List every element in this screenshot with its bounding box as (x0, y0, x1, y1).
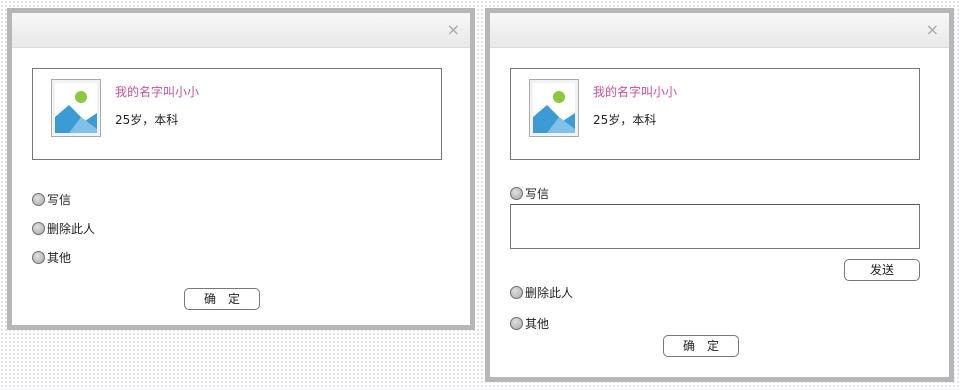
radio-other[interactable]: 其他 (510, 314, 549, 332)
radio-delete-person[interactable]: 删除此人 (510, 283, 573, 301)
radio-circle-icon[interactable] (32, 250, 45, 264)
confirm-button[interactable]: 确 定 (663, 335, 739, 357)
radio-circle-icon[interactable] (510, 316, 523, 330)
radio-write-letter[interactable]: 写信 (32, 190, 71, 208)
radio-label: 其他 (525, 316, 550, 331)
profile-name: 我的名字叫小小 (593, 85, 678, 99)
radio-label: 写信 (47, 192, 72, 207)
profile-info: 25岁，本科 (593, 113, 657, 127)
send-button[interactable]: 发送 (844, 259, 920, 281)
dialog-left: × 我的名字叫小小 25岁，本科 写信 删除此人 其他 确 定 (7, 8, 475, 330)
radio-circle-icon[interactable] (510, 186, 523, 200)
dialog-right: × 我的名字叫小小 25岁，本科 写信 发送 删除此人 其他 确 定 (485, 8, 954, 382)
dialog-titlebar: × (490, 13, 949, 48)
radio-label: 写信 (525, 186, 550, 201)
radio-circle-icon[interactable] (32, 192, 45, 206)
close-icon[interactable]: × (447, 20, 460, 39)
radio-write-letter[interactable]: 写信 (510, 184, 549, 202)
radio-label: 删除此人 (47, 221, 96, 236)
profile-name: 我的名字叫小小 (115, 85, 200, 99)
image-placeholder-icon (51, 79, 101, 137)
radio-label: 其他 (47, 250, 72, 265)
radio-circle-icon[interactable] (32, 221, 45, 235)
profile-card: 我的名字叫小小 25岁，本科 (32, 68, 442, 160)
image-placeholder-icon (529, 79, 579, 137)
radio-label: 删除此人 (525, 285, 574, 300)
message-input[interactable] (510, 204, 920, 249)
confirm-button[interactable]: 确 定 (184, 288, 260, 310)
profile-card: 我的名字叫小小 25岁，本科 (510, 68, 920, 160)
dialog-titlebar: × (12, 13, 470, 48)
radio-other[interactable]: 其他 (32, 248, 71, 266)
profile-info: 25岁，本科 (115, 113, 179, 127)
radio-delete-person[interactable]: 删除此人 (32, 219, 95, 237)
close-icon[interactable]: × (926, 20, 939, 39)
radio-circle-icon[interactable] (510, 285, 523, 299)
